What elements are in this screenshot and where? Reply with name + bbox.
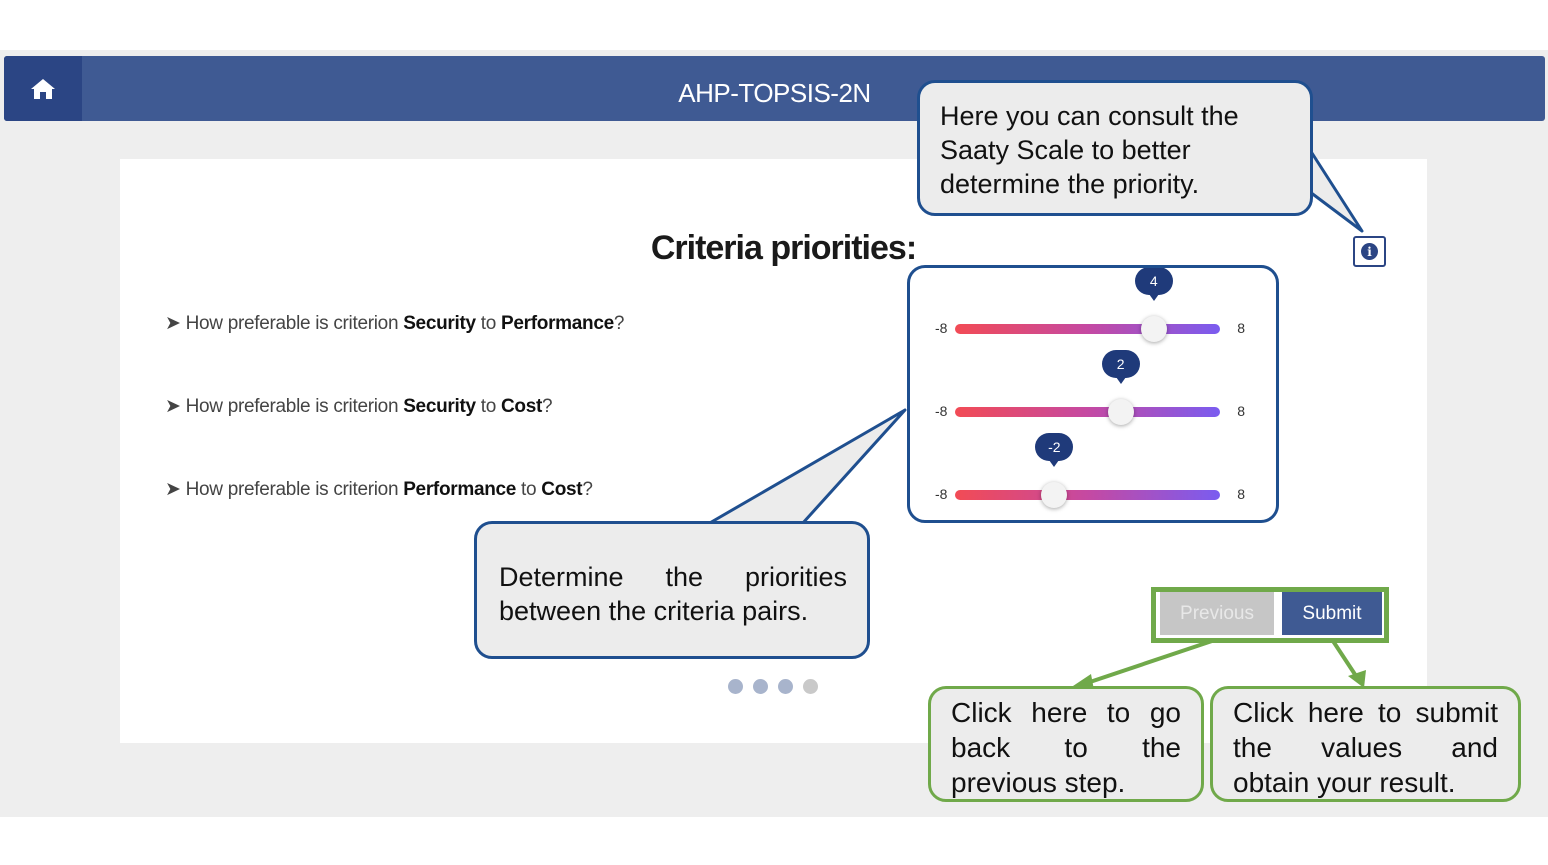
slider-max-label: 8: [1237, 320, 1245, 336]
home-icon: [31, 78, 55, 99]
slider-value-bubble: 4: [1134, 267, 1173, 301]
slider-thumb[interactable]: [1107, 399, 1134, 425]
step-dot[interactable]: [753, 679, 768, 694]
priority-slider-2[interactable]: -8 2 8: [935, 350, 1245, 427]
slider-thumb[interactable]: [1041, 482, 1068, 508]
question-connector: to: [475, 396, 501, 417]
step-dot[interactable]: [803, 679, 818, 694]
step-dot[interactable]: [778, 679, 793, 694]
slider-min-label: -8: [935, 403, 948, 419]
slider-value-bubble: 2: [1101, 350, 1140, 384]
criterion-b: Performance: [501, 313, 614, 334]
slider-value-bubble: -2: [1035, 433, 1074, 467]
question-connector: to: [516, 479, 542, 500]
slider-track[interactable]: [955, 490, 1220, 500]
submit-button[interactable]: Submit: [1282, 592, 1382, 635]
criterion-a: Security: [403, 396, 476, 417]
previous-button[interactable]: Previous: [1160, 592, 1274, 635]
criterion-b: Cost: [501, 396, 543, 417]
navbar: AHP-TOPSIS-2N: [4, 56, 1545, 121]
question-2: ➤ How preferable is criterion Security t…: [165, 395, 553, 418]
slider-track[interactable]: [955, 407, 1220, 417]
priority-slider-1[interactable]: -8 4 8: [935, 267, 1245, 344]
arrow-right-icon: ➤: [165, 479, 186, 500]
question-text: How preferable is criterion: [185, 313, 404, 334]
arrow-right-icon: ➤: [165, 313, 186, 334]
slider-min-label: -8: [935, 320, 948, 336]
page-title: Criteria priorities:: [650, 229, 917, 267]
question-3: ➤ How preferable is criterion Performanc…: [165, 478, 593, 501]
home-button[interactable]: [4, 56, 82, 121]
app-title: AHP-TOPSIS-2N: [678, 78, 871, 108]
slider-track[interactable]: [955, 324, 1220, 334]
question-mark: ?: [542, 396, 553, 417]
slider-min-label: -8: [935, 486, 948, 502]
app-background: AHP-TOPSIS-2N Criteria priorities: ➤ How…: [0, 50, 1548, 817]
info-icon: i: [1361, 243, 1378, 260]
slider-max-label: 8: [1237, 486, 1245, 502]
step-pagination: [728, 679, 818, 694]
priority-slider-3[interactable]: -8 -2 8: [935, 433, 1245, 510]
criterion-a: Performance: [403, 479, 517, 500]
slider-max-label: 8: [1237, 403, 1245, 419]
criterion-b: Cost: [541, 479, 583, 500]
question-mark: ?: [582, 479, 593, 500]
question-1: ➤ How preferable is criterion Security t…: [165, 312, 624, 335]
saaty-scale-info-button[interactable]: i: [1353, 236, 1386, 267]
question-text: How preferable is criterion: [185, 479, 404, 500]
question-mark: ?: [613, 313, 625, 334]
criteria-card: Criteria priorities: ➤ How preferable is…: [120, 159, 1427, 743]
question-text: How preferable is criterion: [185, 396, 404, 417]
step-dot[interactable]: [728, 679, 743, 694]
criterion-a: Security: [403, 313, 476, 334]
question-connector: to: [475, 313, 501, 334]
arrow-right-icon: ➤: [165, 396, 186, 417]
slider-thumb[interactable]: [1140, 316, 1167, 342]
